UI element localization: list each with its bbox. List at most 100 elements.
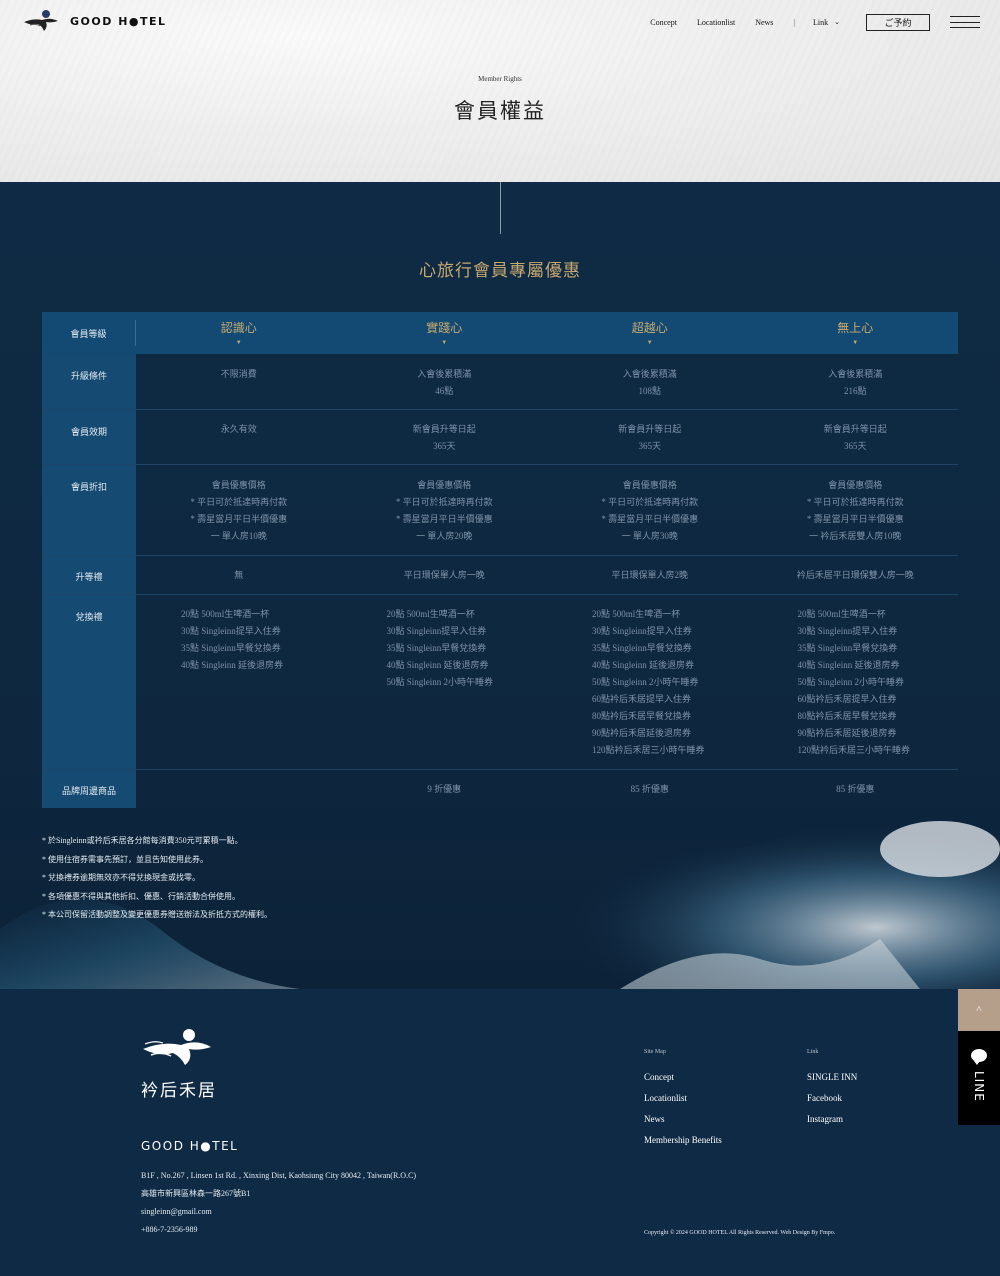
cell-line: * 壽星當月平日半價優惠 <box>601 514 699 524</box>
table-cell: 平日環保單人房2晚 <box>547 556 753 594</box>
back-to-top-button[interactable]: ^ <box>958 989 1000 1031</box>
site-logo[interactable]: GOOD H●TEL <box>22 9 167 33</box>
cell-line: 9 折優惠 <box>427 784 462 794</box>
table-row: 品牌周邊商品 9 折優惠 85 折優惠 85 折優惠 <box>42 770 958 808</box>
cell-line: 90點衿后禾居延後退房券 <box>592 728 692 738</box>
cell-line: 35點 Singleinn早餐兌換券 <box>181 643 281 653</box>
table-cell <box>136 770 342 808</box>
cell-line: * 平日可於抵達時再付款 <box>395 497 493 507</box>
footer-link-concept[interactable]: Concept <box>644 1067 722 1088</box>
table-cell: 會員優惠價格 * 平日可於抵達時再付款 * 壽星當月平日半價優惠一 單人房10晚 <box>136 465 342 555</box>
brand-name: GOOD H●TEL <box>70 14 167 28</box>
row-label: 兌換禮 <box>42 595 136 769</box>
cell-line: 80點衿后禾居早餐兌換券 <box>592 711 692 721</box>
cell-line: 35點 Singleinn早餐兌換券 <box>797 643 898 653</box>
table-cell: 平日環保單人房一晚 <box>342 556 548 594</box>
cell-line: 新會員升等日起 <box>618 424 682 434</box>
footer-link-instagram[interactable]: Instagram <box>807 1109 857 1130</box>
nav-link-dropdown[interactable]: Link ⌄ <box>813 18 840 27</box>
address-cn: 高雄市新興區林森一路267號B1 <box>141 1189 251 1198</box>
table-cell: 新會員升等日起 365天 <box>547 410 753 464</box>
footer-link-facebook[interactable]: Facebook <box>807 1088 857 1109</box>
sitemap-heading: Site Map <box>644 1049 666 1055</box>
footer-links: Link SINGLE INN Facebook Instagram <box>807 1049 857 1130</box>
cell-line: 108點 <box>638 386 661 396</box>
cell-line: 會員優惠價格 <box>622 480 677 490</box>
cell-line: 365天 <box>432 441 456 451</box>
cell-line: 120點衿后禾居三小時午睡券 <box>592 745 705 755</box>
table-row: 升級條件 不限消費 入會後累積滿 46點 入會後累積滿 108點 入會後累積滿 216… <box>42 354 958 410</box>
footer-link-single-inn[interactable]: SINGLE INN <box>807 1067 857 1088</box>
cell-line: * 平日可於抵達時再付款 <box>601 497 699 507</box>
cell-line: 60點衿后禾居提早入住券 <box>797 694 897 704</box>
table-row: 升等禮 無 平日環保單人房一晚 平日環保單人房2晚 衿后禾居平日環保雙人房一晚 <box>42 556 958 595</box>
cell-line: 20點 500ml生啤酒一杯 <box>386 609 475 619</box>
cell-line: 85 折優惠 <box>630 784 669 794</box>
cell-line: 入會後累積滿 <box>417 369 472 379</box>
member-benefits-table: 會員等級 認識心 ▼ 實踐心 ▼ 超越心 ▼ 無上心 ▼ 升級條件 不限消費 入會後累積… <box>42 312 958 808</box>
address-en: B1F , No.267 , Linsen 1st Rd. , Xinxing … <box>141 1171 417 1180</box>
nav-locationlist[interactable]: Locationlist <box>697 18 735 27</box>
caret-down-icon: ▼ <box>235 340 242 346</box>
cell-line: 40點 Singleinn 延後退房券 <box>592 660 695 670</box>
row-label: 升等禮 <box>42 556 136 594</box>
cell-line: * 壽星當月平日半價優惠 <box>395 514 493 524</box>
table-cell: 新會員升等日起 365天 <box>342 410 548 464</box>
tier-header[interactable]: 無上心 ▼ <box>753 312 959 354</box>
footer-link-locationlist[interactable]: Locationlist <box>644 1088 722 1109</box>
cell-line: 一 衿后禾居雙人房10晚 <box>809 531 902 541</box>
note-item: * 兌換禮券逾期無效亦不得兌換現金或找零。 <box>42 873 200 882</box>
cell-line: 35點 Singleinn早餐兌換券 <box>592 643 692 653</box>
site-footer: 衿后禾居 GOOD H●TEL B1F , No.267 , Linsen 1s… <box>0 989 1000 1276</box>
phone-link[interactable]: +886-7-2356-989 <box>141 1221 416 1239</box>
cell-line: 365天 <box>638 441 661 451</box>
runner-logo-icon <box>24 10 58 31</box>
cell-line: 新會員升等日起 <box>412 424 476 434</box>
nav-news[interactable]: News <box>755 18 773 27</box>
footer-link-news[interactable]: News <box>644 1109 722 1130</box>
note-item: * 本公司保留活動調整及變更優惠券贈送辦法及折抵方式的權利。 <box>42 910 272 919</box>
cell-line: 會員優惠價格 <box>417 480 472 490</box>
caret-down-icon: ▼ <box>441 340 448 346</box>
cell-line: 30點 Singleinn提早入住券 <box>386 626 487 636</box>
cell-line: 一 單人房20晚 <box>416 531 473 541</box>
tier-name: 超越心 <box>631 321 668 335</box>
table-header-label: 會員等級 <box>42 320 136 346</box>
line-contact-button[interactable]: LINE <box>958 1031 1000 1125</box>
chat-bubble-icon <box>971 1049 987 1065</box>
runner-logo-icon <box>143 1029 211 1065</box>
cell-line: 無 <box>234 570 244 580</box>
tier-name: 無上心 <box>837 321 874 335</box>
cell-line: 30點 Singleinn提早入住券 <box>592 626 692 636</box>
cell-line: 20點 500ml生啤酒一杯 <box>592 609 681 619</box>
tier-name: 認識心 <box>220 321 257 335</box>
vertical-divider <box>500 182 501 234</box>
cell-line: 365天 <box>843 441 867 451</box>
row-label: 品牌周邊商品 <box>42 770 136 808</box>
footer-sitemap: Site Map Concept Locationlist News Membe… <box>644 1049 722 1151</box>
table-row: 兌換禮 20點 500ml生啤酒一杯 30點 Singleinn提早入住券 35點 … <box>42 595 958 770</box>
cell-line: 一 單人房10晚 <box>210 531 267 541</box>
table-cell: 9 折優惠 <box>342 770 548 808</box>
table-row: 會員效期 永久有效 新會員升等日起 365天 新會員升等日起 365天 新會員升等日… <box>42 410 958 465</box>
cell-line: * 平日可於抵達時再付款 <box>806 497 904 507</box>
row-label: 會員折扣 <box>42 465 136 555</box>
cell-line: 90點衿后禾居延後退房券 <box>797 728 897 738</box>
table-cell: 衿后禾居平日環保雙人房一晚 <box>753 556 959 594</box>
email-link[interactable]: singleinn@gmail.com <box>141 1203 416 1221</box>
nav-concept[interactable]: Concept <box>650 18 677 27</box>
tier-header[interactable]: 實踐心 ▼ <box>342 312 548 354</box>
cell-line: 衿后禾居平日環保雙人房一晚 <box>796 570 914 580</box>
hamburger-menu-icon[interactable] <box>950 16 980 28</box>
table-cell: 無 <box>136 556 342 594</box>
table-cell: 新會員升等日起 365天 <box>753 410 959 464</box>
footer-link-membership[interactable]: Membership Benefits <box>644 1130 722 1151</box>
tier-header[interactable]: 認識心 ▼ <box>136 312 342 354</box>
tier-header[interactable]: 超越心 ▼ <box>547 312 753 354</box>
member-benefits-section: 心旅行會員專屬優惠 會員等級 認識心 ▼ 實踐心 ▼ 超越心 ▼ 無上心 ▼ 升級條件 … <box>0 182 1000 989</box>
footer-brand-cn: 衿后禾居 <box>141 1081 217 1100</box>
reserve-button[interactable]: ご予約 <box>866 13 930 31</box>
cell-line: 80點衿后禾居早餐兌換券 <box>797 711 897 721</box>
footer-brand-en: GOOD H●TEL <box>141 1139 239 1153</box>
note-item: * 各項優惠不得與其他折扣、優惠、行銷活動合併使用。 <box>42 891 240 901</box>
